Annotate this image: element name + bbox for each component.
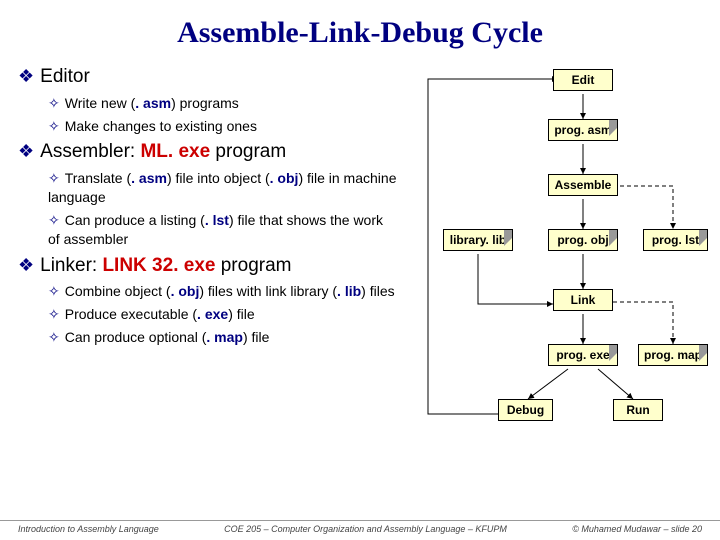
bullets-column: ❖Editor ✧Write new (. asm) programs ✧Mak… [18,64,398,347]
bullet-exe: ✧Produce executable (. exe) file [48,305,398,324]
box-link: Link [553,289,613,311]
box-prog-map: prog. map [638,344,708,366]
bullet-map: ✧Can produce optional (. map) file [48,328,398,347]
box-prog-lst: prog. lst [643,229,708,251]
box-assemble: Assemble [548,174,618,196]
bullet-translate: ✧Translate (. asm) file into object (. o… [48,169,398,207]
footer-center: COE 205 – Computer Organization and Asse… [224,524,507,534]
box-library-lib: library. lib [443,229,513,251]
box-run: Run [613,399,663,421]
content-area: ❖Editor ✧Write new (. asm) programs ✧Mak… [18,64,702,347]
box-prog-obj: prog. obj [548,229,618,251]
section-editor-label: Editor [40,66,90,87]
bullet-write-new: ✧Write new (. asm) programs [48,94,398,113]
footer: Introduction to Assembly Language COE 20… [0,520,720,534]
bullet-listing: ✧Can produce a listing (. lst) file that… [48,211,398,249]
bullet-make-changes: ✧Make changes to existing ones [48,117,398,136]
bullet-combine: ✧Combine object (. obj) files with link … [48,282,398,301]
box-prog-asm: prog. asm [548,119,618,141]
section-linker: ❖Linker: LINK 32. exe program [18,253,398,279]
footer-right: © Muhamed Mudawar – slide 20 [572,524,702,534]
box-edit: Edit [553,69,613,91]
box-prog-exe: prog. exe [548,344,618,366]
page-title: Assemble-Link-Debug Cycle [18,12,702,58]
section-editor: ❖Editor [18,64,398,90]
flowchart: Edit prog. asm Assemble library. lib pro… [408,64,720,464]
footer-left: Introduction to Assembly Language [18,524,159,534]
section-assembler: ❖Assembler: ML. exe program [18,139,398,165]
box-debug: Debug [498,399,553,421]
